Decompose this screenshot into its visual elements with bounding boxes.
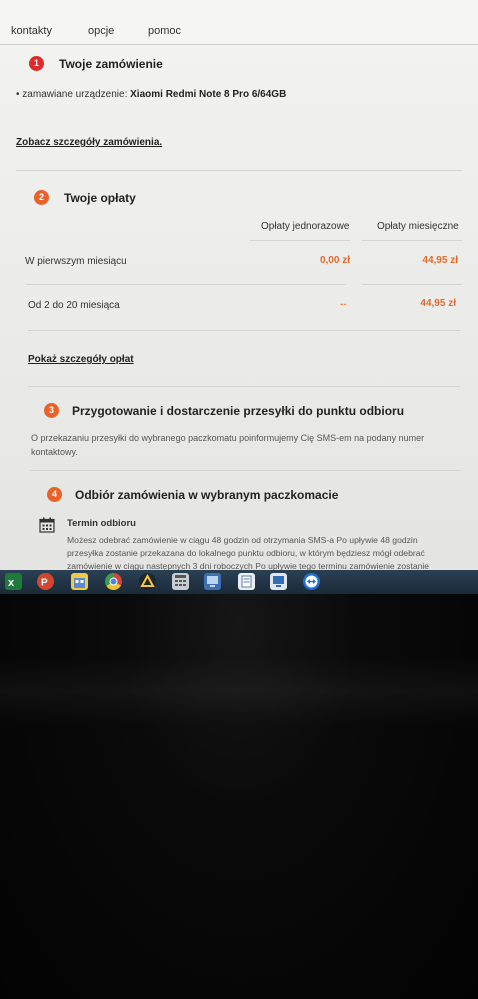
svg-text:P: P bbox=[41, 578, 48, 589]
divider bbox=[30, 470, 462, 471]
network-icon[interactable] bbox=[204, 573, 221, 590]
step-4-text-line-3: zamówienie w ciągu następnych 3 dni robo… bbox=[67, 561, 430, 570]
top-navigation: kontakty opcje pomoc bbox=[0, 0, 478, 45]
step-4-text-line-2: przesyłka zostanie przekazana do lokalne… bbox=[67, 548, 425, 558]
divider bbox=[362, 240, 462, 241]
bullet-icon: • bbox=[16, 89, 20, 100]
step-1-badge: 1 bbox=[29, 56, 44, 71]
screen-glare bbox=[0, 656, 478, 726]
monthly-price: 44,95 zł bbox=[420, 298, 456, 309]
divider bbox=[28, 330, 460, 331]
device-label: zamawiane urządzenie: bbox=[22, 89, 128, 100]
divider bbox=[250, 240, 350, 241]
nav-pomoc[interactable]: pomoc bbox=[148, 25, 181, 37]
nav-opcje[interactable]: opcje bbox=[88, 25, 114, 37]
calendar-icon bbox=[39, 517, 55, 533]
calculator-icon[interactable] bbox=[172, 573, 189, 590]
divider bbox=[28, 386, 460, 387]
step-2-badge: 2 bbox=[34, 190, 49, 205]
remote-desktop-icon[interactable] bbox=[270, 573, 287, 590]
store-icon[interactable] bbox=[71, 573, 88, 590]
divider bbox=[362, 284, 462, 285]
order-details-link[interactable]: Zobacz szczegóły zamówienia. bbox=[16, 137, 162, 148]
excel-icon[interactable]: x bbox=[5, 573, 22, 590]
fees-details-link[interactable]: Pokaż szczegóły opłat bbox=[28, 354, 134, 365]
drive-icon[interactable] bbox=[139, 573, 156, 590]
teamviewer-icon[interactable] bbox=[303, 573, 320, 590]
nav-kontakty[interactable]: kontakty bbox=[11, 25, 52, 37]
step-1-title: Twoje zamówienie bbox=[59, 57, 163, 71]
divider bbox=[26, 284, 346, 285]
browser-page: kontakty opcje pomoc 1 Twoje zamówienie … bbox=[0, 0, 478, 570]
row-label: W pierwszym miesiącu bbox=[25, 256, 127, 267]
divider bbox=[16, 170, 462, 171]
chrome-icon[interactable] bbox=[105, 573, 122, 590]
device-value: Xiaomi Redmi Note 8 Pro 6/64GB bbox=[130, 89, 287, 100]
monthly-price: 44,95 zł bbox=[422, 255, 458, 266]
monitor-bezel bbox=[0, 594, 478, 999]
step-4-title: Odbiór zamówienia w wybranym paczkomacie bbox=[75, 488, 339, 502]
svg-text:x: x bbox=[8, 577, 15, 589]
step-2-title: Twoje opłaty bbox=[64, 191, 136, 205]
pickup-deadline-title: Termin odbioru bbox=[67, 518, 136, 529]
step-3-badge: 3 bbox=[44, 403, 59, 418]
notepad-icon[interactable] bbox=[238, 573, 255, 590]
step-3-text-line-1: O przekazaniu przesyłki do wybranego pac… bbox=[31, 433, 425, 443]
col-header-monthly: Opłaty miesięczne bbox=[377, 221, 459, 232]
step-3-text-line-2: kontaktowy. bbox=[31, 447, 78, 457]
step-3-title: Przygotowanie i dostarczenie przesyłki d… bbox=[72, 404, 405, 418]
one-time-price: -- bbox=[340, 299, 347, 310]
taskbar: x P bbox=[0, 570, 478, 594]
one-time-price: 0,00 zł bbox=[319, 255, 350, 266]
device-row: • zamawiane urządzenie: Xiaomi Redmi Not… bbox=[16, 89, 286, 100]
step-4-text-line-1: Możesz odebrać zamówienie w ciągu 48 god… bbox=[67, 535, 418, 545]
step-4-badge: 4 bbox=[47, 487, 62, 502]
row-label: Od 2 do 20 miesiąca bbox=[28, 300, 120, 311]
powerpoint-icon[interactable]: P bbox=[37, 573, 54, 590]
col-header-one-time: Opłaty jednorazowe bbox=[261, 221, 350, 232]
